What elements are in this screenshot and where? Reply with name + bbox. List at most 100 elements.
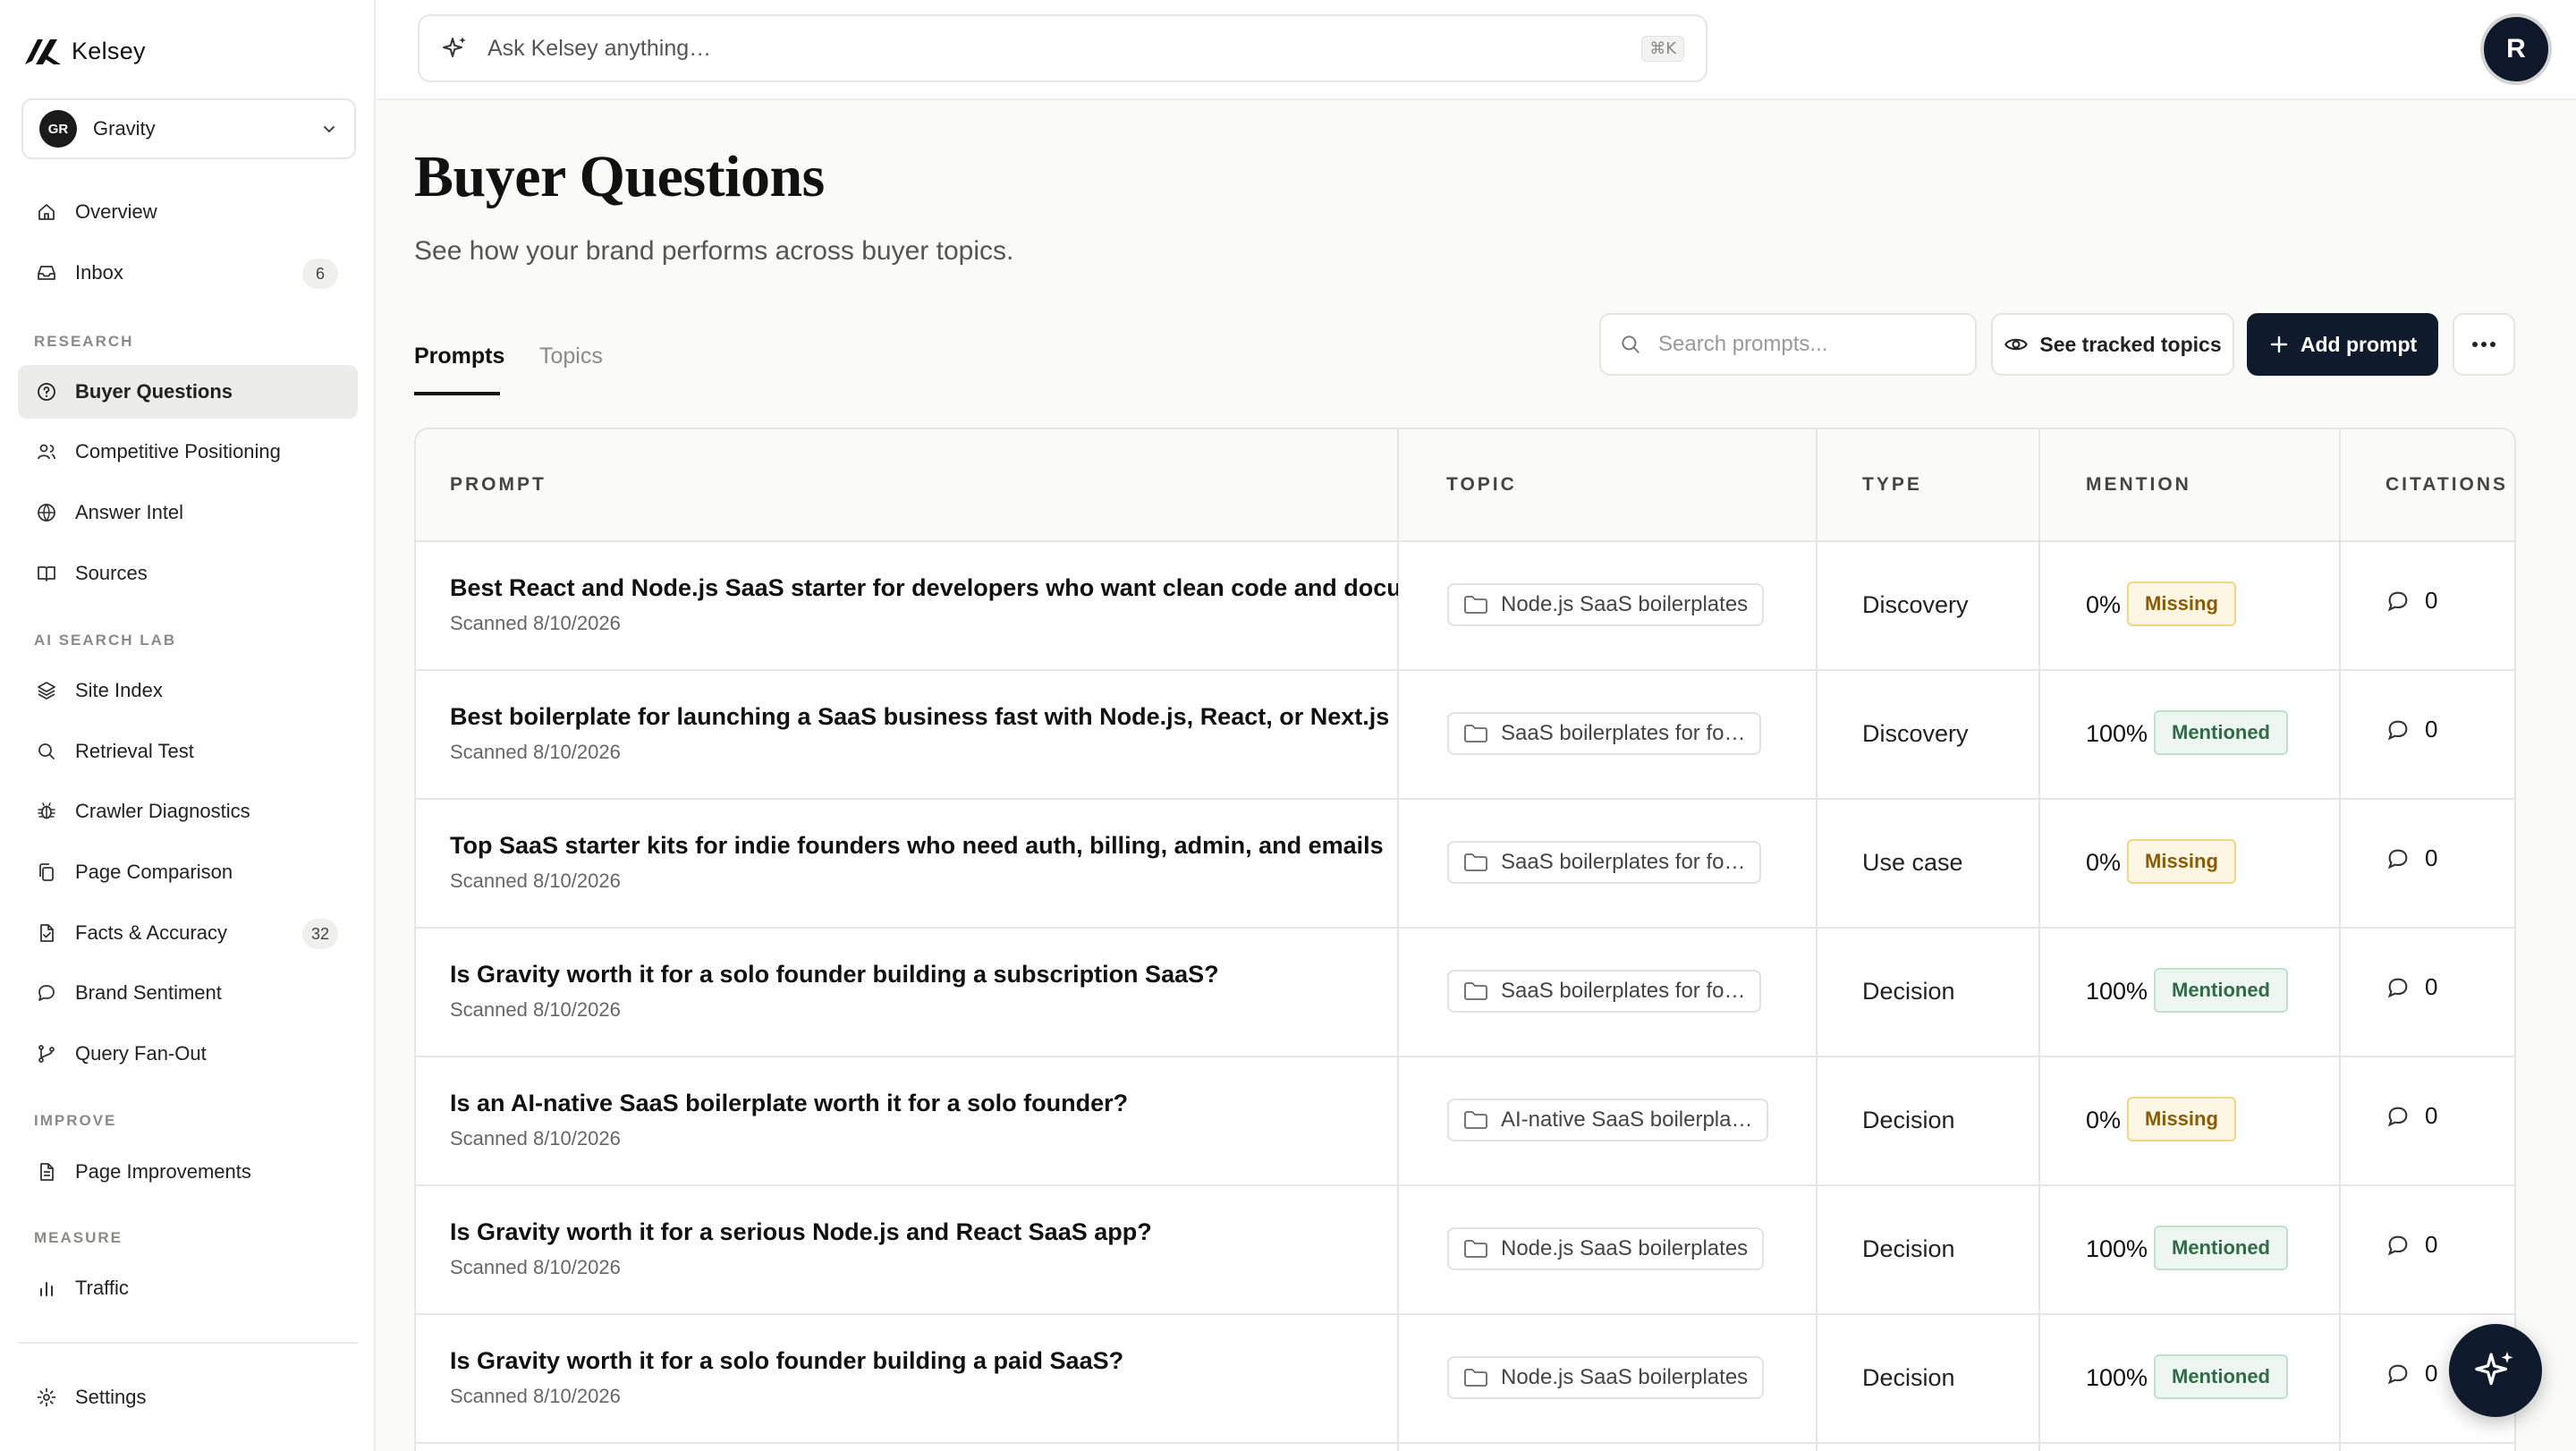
- sidebar-item-label: Query Fan-Out: [75, 1042, 207, 1065]
- sidebar-item-label: Competitive Positioning: [75, 440, 281, 462]
- user-avatar[interactable]: R: [2480, 13, 2552, 85]
- table-row[interactable]: Is Gravity worth it for a solo founder b…: [416, 1315, 2514, 1444]
- sidebar-item-settings[interactable]: Settings: [18, 1370, 358, 1424]
- see-tracked-topics-button[interactable]: See tracked topics: [1991, 313, 2234, 376]
- folder-icon: [1464, 853, 1487, 871]
- sidebar-item-sources[interactable]: Sources: [18, 547, 358, 600]
- citations-cell[interactable]: 0: [2385, 716, 2437, 743]
- sidebar-item-retrieval-test[interactable]: Retrieval Test: [18, 725, 358, 778]
- prompt-text[interactable]: Best boilerplate for launching a SaaS bu…: [450, 703, 1398, 731]
- prompt-text[interactable]: Best React and Node.js SaaS starter for …: [450, 574, 1398, 602]
- topic-chip[interactable]: Node.js SaaS boilerplates: [1447, 583, 1765, 626]
- mention-status-badge: Mentioned: [2154, 968, 2288, 1013]
- comment-icon: [2387, 1235, 2408, 1255]
- table-row[interactable]: Best React and Node.js SaaS starter for …: [416, 542, 2514, 671]
- topic-chip[interactable]: Node.js SaaS boilerplates: [1447, 1227, 1765, 1270]
- citations-cell[interactable]: 0: [2385, 973, 2437, 1001]
- workspace-switcher[interactable]: GR Gravity: [21, 98, 356, 159]
- column-header-prompt[interactable]: PROMPT: [450, 474, 547, 496]
- folder-icon: [1464, 725, 1487, 742]
- ask-kelsey-input[interactable]: Ask Kelsey anything… ⌘K: [418, 14, 1707, 82]
- comment-icon: [2387, 1364, 2408, 1384]
- citations-cell[interactable]: 0: [2385, 844, 2437, 872]
- sidebar-item-brand-sentiment[interactable]: Brand Sentiment: [18, 966, 358, 1020]
- citations-cell[interactable]: 0: [2385, 1102, 2437, 1130]
- table-header: PROMPT TOPIC TYPE MENTION CITATIONS: [416, 429, 2514, 542]
- prompt-text[interactable]: Is Gravity worth it for a serious Node.j…: [450, 1218, 1398, 1246]
- citations-count: 0: [2425, 973, 2438, 1000]
- sparkle-icon: [2475, 1351, 2513, 1386]
- sidebar-item-label: Brand Sentiment: [75, 981, 222, 1004]
- mention-percentage: 100%: [2086, 1364, 2148, 1391]
- topic-chip[interactable]: SaaS boilerplates for fo…: [1447, 712, 1762, 755]
- add-prompt-button[interactable]: Add prompt: [2247, 313, 2438, 376]
- table-row[interactable]: Is Gravity worth it for a solo founder b…: [416, 929, 2514, 1057]
- prompt-type: Discovery: [1862, 591, 1969, 618]
- topic-label: Node.js SaaS boilerplates: [1501, 592, 1749, 616]
- sidebar-item-label: Inbox: [75, 261, 123, 284]
- topic-label: SaaS boilerplates for fo…: [1501, 850, 1746, 874]
- topic-label: SaaS boilerplates for fo…: [1501, 721, 1746, 745]
- sidebar-item-overview[interactable]: Overview: [18, 185, 358, 239]
- prompt-type: Decision: [1862, 978, 1955, 1005]
- sidebar-item-query-fan-out[interactable]: Query Fan-Out: [18, 1027, 358, 1081]
- tab-topics[interactable]: Topics: [539, 344, 603, 369]
- sidebar-item-site-index[interactable]: Site Index: [18, 664, 358, 717]
- sidebar-item-page-improvements[interactable]: Page Improvements: [18, 1145, 358, 1199]
- topic-label: Node.js SaaS boilerplates: [1501, 1236, 1749, 1260]
- topic-chip[interactable]: SaaS boilerplates for fo…: [1447, 970, 1762, 1013]
- sidebar-divider: [18, 1342, 358, 1344]
- sidebar-item-inbox[interactable]: Inbox 6: [18, 246, 358, 300]
- prompt-type: Decision: [1862, 1235, 1955, 1262]
- sidebar-item-traffic[interactable]: Traffic: [18, 1261, 358, 1315]
- tab-prompts[interactable]: Prompts: [414, 344, 504, 369]
- mention-status-badge: Mentioned: [2154, 710, 2288, 755]
- prompt-text[interactable]: Top SaaS starter kits for indie founders…: [450, 832, 1398, 860]
- search-prompts-input[interactable]: [1658, 332, 1945, 357]
- sidebar-item-competitive-positioning[interactable]: Competitive Positioning: [18, 425, 358, 479]
- search-prompts-field[interactable]: [1599, 313, 1977, 376]
- prompt-text[interactable]: Is Gravity worth it for a solo founder b…: [450, 1347, 1398, 1375]
- mention-status-badge: Mentioned: [2154, 1354, 2288, 1399]
- citations-cell[interactable]: 0: [2385, 587, 2437, 615]
- sidebar-item-buyer-questions[interactable]: Buyer Questions: [18, 365, 358, 419]
- table-row[interactable]: Best boilerplate for launching a SaaS bu…: [416, 671, 2514, 800]
- logo[interactable]: Kelsey: [23, 36, 146, 66]
- globe-icon: [38, 504, 55, 522]
- more-options-button[interactable]: [2453, 313, 2515, 376]
- table-row[interactable]: Top SaaS starter kits for indie founders…: [416, 800, 2514, 929]
- citations-cell[interactable]: 0: [2385, 1360, 2437, 1387]
- plus-icon: [2270, 335, 2288, 353]
- ai-assistant-button[interactable]: [2449, 1324, 2542, 1417]
- citations-count: 0: [2425, 1102, 2438, 1129]
- column-header-type[interactable]: TYPE: [1862, 474, 1922, 496]
- sidebar-item-label: Overview: [75, 200, 157, 223]
- column-header-topic[interactable]: TOPIC: [1446, 474, 1517, 496]
- prompt-type: Decision: [1862, 1364, 1955, 1391]
- citations-count: 0: [2425, 844, 2438, 871]
- sidebar-item-answer-intel[interactable]: Answer Intel: [18, 486, 358, 539]
- kelsey-logo-icon: [25, 39, 61, 64]
- sidebar-item-label: Site Index: [75, 679, 163, 701]
- column-header-citations[interactable]: CITATIONS: [2385, 474, 2508, 496]
- sidebar-item-page-comparison[interactable]: Page Comparison: [18, 845, 358, 899]
- sidebar-item-label: Page Improvements: [75, 1160, 251, 1183]
- question-circle-icon: [38, 383, 55, 401]
- topic-chip[interactable]: Node.js SaaS boilerplates: [1447, 1356, 1765, 1399]
- scanned-date: Scanned 8/10/2026: [450, 1127, 621, 1150]
- add-prompt-label: Add prompt: [2300, 332, 2418, 356]
- table-row[interactable]: Is Gravity worth it for a serious Node.j…: [416, 1186, 2514, 1315]
- mention-percentage: 100%: [2086, 720, 2148, 747]
- table-row[interactable]: Is an AI-native SaaS boilerplate worth i…: [416, 1057, 2514, 1186]
- sidebar-item-crawler-diagnostics[interactable]: Crawler Diagnostics: [18, 785, 358, 838]
- citations-count: 0: [2425, 716, 2438, 742]
- prompt-text[interactable]: Is Gravity worth it for a solo founder b…: [450, 961, 1398, 989]
- sidebar: Kelsey GR Gravity Overview Inbox 6 RESEA…: [0, 0, 376, 1451]
- chat-icon: [38, 985, 55, 1001]
- prompt-text[interactable]: Is an AI-native SaaS boilerplate worth i…: [450, 1090, 1398, 1117]
- topic-chip[interactable]: AI-native SaaS boilerpla…: [1447, 1099, 1769, 1141]
- topic-chip[interactable]: SaaS boilerplates for fo…: [1447, 841, 1762, 884]
- sidebar-item-facts-accuracy[interactable]: Facts & Accuracy 32: [18, 906, 358, 960]
- citations-cell[interactable]: 0: [2385, 1231, 2437, 1259]
- column-header-mention[interactable]: MENTION: [2086, 474, 2191, 496]
